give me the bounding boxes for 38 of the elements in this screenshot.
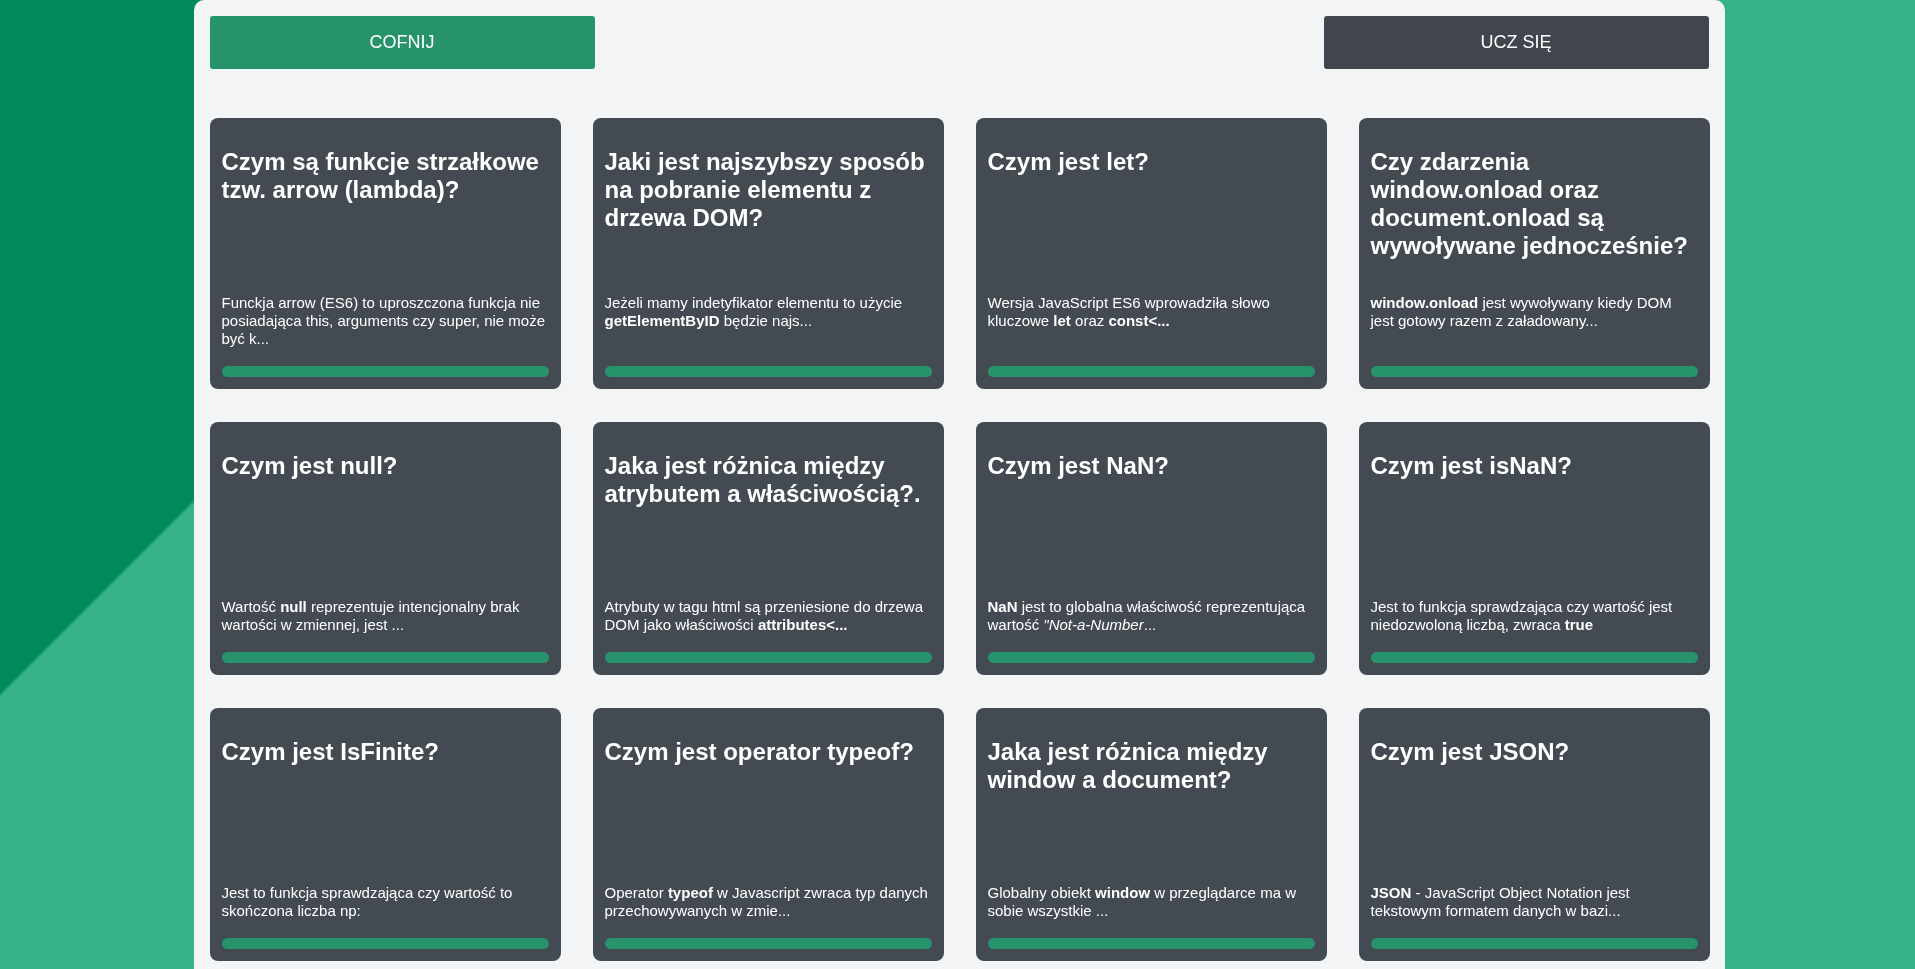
back-button[interactable]: COFNIJ [209,16,595,69]
answer-preview: JSON - JavaScript Object Notation jest tekstowym formatem danych w bazi... [1370,884,1631,920]
question-title: Czym jest operator typeof? [604,738,915,767]
answer-preview: window.onload jest wywoływany kiedy DOM jest gotowy razem z załadowany... [1370,294,1673,330]
question-title: Czym są funkcje strzałkowe tzw. arrow (lambda)? [221,148,540,205]
answer-preview: Wartość null reprezentuje intencjonalny brak wartości w zmiennej, jest ... [221,598,521,634]
flashcard[interactable]: Jaki jest najszybszy sposób na pobranie elementu z drzewa DOM? Jeżeli mamy indetyfikator elementu to użycie getElementByID będzie najs... [592,118,944,389]
question-title: Jaki jest najszybszy sposób na pobranie elementu z drzewa DOM? [604,148,926,233]
answer-preview: Wersja JavaScript ES6 wprowadziła słowo kluczowe let oraz const<... [987,294,1271,330]
flashcard[interactable]: Jaka jest różnica między atrybutem a właściwością?. Atrybuty w tagu html są przeniesione do drzewa DOM jako właściwości attributes<... [592,422,944,675]
question-title: Jaka jest różnica między window a document? [987,738,1269,795]
answer-preview: Funckja arrow (ES6) to uproszczona funkcja nie posiadająca this, arguments czy super, nie może być k... [221,294,546,348]
answer-preview: Operator typeof w Javascript zwraca typ danych przechowywanych w zmie... [604,884,929,920]
question-title: Jaka jest różnica między atrybutem a właściwością?. [604,452,922,509]
flashcard[interactable]: Czym jest IsFinite? Jest to funkcja sprawdzająca czy wartość to skończona liczba np: [209,708,561,961]
learn-button[interactable]: UCZ SIĘ [1323,16,1709,69]
flashcard[interactable]: Jaka jest różnica między window a document? Globalny obiekt window w przeglądarce ma w sobie wszystkie ... [975,708,1327,961]
flashcard[interactable]: Czy zdarzenia window.onload oraz document.onload są wywoływane jednocześnie? window.onload jest wywoływany kiedy DOM jest gotowy razem z załadowany... [1358,118,1710,389]
answer-preview: Jest to funkcja sprawdzająca czy wartość to skończona liczba np: [221,884,514,920]
answer-preview: NaN jest to globalna właściwość reprezentująca wartość "Not-a-Number... [987,598,1307,634]
question-title: Czym jest let? [987,148,1150,177]
question-title: Czym jest JSON? [1370,738,1571,767]
flashcard[interactable]: Czym jest JSON? JSON - JavaScript Object Notation jest tekstowym formatem danych w bazi... [1358,708,1710,961]
flashcard[interactable]: Czym jest isNaN? Jest to funkcja sprawdzająca czy wartość jest niedozwoloną liczbą, zwraca true [1358,422,1710,675]
question-title: Czym jest null? [221,452,399,481]
answer-preview: Globalny obiekt window w przeglądarce ma w sobie wszystkie ... [987,884,1297,920]
answer-preview: Jeżeli mamy indetyfikator elementu to użycie getElementByID będzie najs... [604,294,904,330]
answer-preview: Atrybuty w tagu html są przeniesione do drzewa DOM jako właściwości attributes<... [604,598,924,634]
flashcard[interactable]: Czym jest let? Wersja JavaScript ES6 wprowadziła słowo kluczowe let oraz const<... [975,118,1327,389]
flashcard[interactable]: Czym jest NaN? NaN jest to globalna właściwość reprezentująca wartość "Not-a-Number... [975,422,1327,675]
question-title: Czym jest isNaN? [1370,452,1573,481]
question-title: Czym jest IsFinite? [221,738,440,767]
answer-preview: Jest to funkcja sprawdzająca czy wartość jest niedozwoloną liczbą, zwraca true [1370,598,1674,634]
question-title: Czy zdarzenia window.onload oraz document.onload są wywoływane jednocześnie? [1370,148,1689,261]
flashcard[interactable]: Czym są funkcje strzałkowe tzw. arrow (lambda)? Funckja arrow (ES6) to uproszczona funkcja nie posiadająca this, arguments czy super, nie może być k... [209,118,561,389]
flashcard[interactable]: Czym jest null? Wartość null reprezentuje intencjonalny brak wartości w zmiennej, jest ... [209,422,561,675]
question-title: Czym jest NaN? [987,452,1170,481]
flashcard[interactable]: Czym jest operator typeof? Operator typeof w Javascript zwraca typ danych przechowywanych w zmie... [592,708,944,961]
